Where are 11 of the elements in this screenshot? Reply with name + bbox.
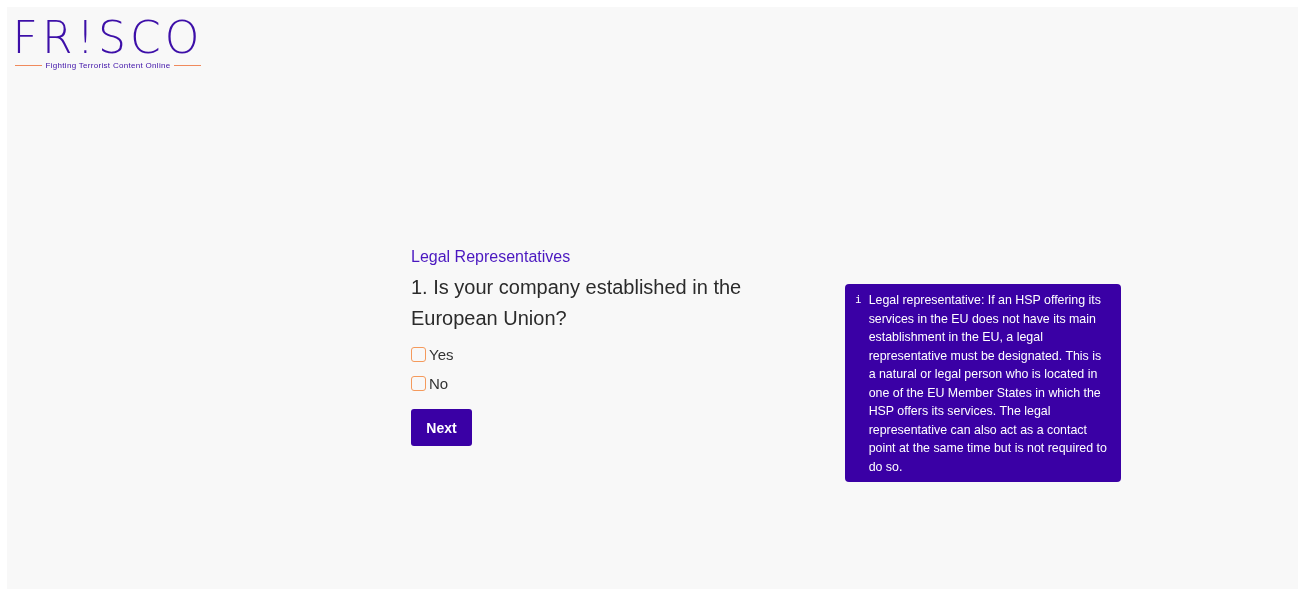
checkbox[interactable] [411, 347, 426, 362]
logo-tagline: Fighting Terrorist Content Online [45, 61, 171, 70]
info-icon: i [855, 291, 862, 476]
logo: FR!SCO [12, 15, 204, 61]
info-text: Legal representative: If an HSP offering its services in the EU does not have its main establishment in the EU, a legal representative must be designated. This is a natural or legal person who is located in one of the EU Member States in which the HSP offers its services. The legal representative can also act as a contact point at the same time but is not required to do so. [868, 292, 1108, 476]
question: 1. Is your company established in the European Union? [411, 275, 743, 331]
checkbox[interactable] [411, 376, 426, 391]
option-label: No [429, 375, 449, 392]
option-label: Yes [429, 346, 454, 363]
section-title: Legal Representatives [411, 248, 572, 266]
next-button[interactable]: Next [411, 409, 472, 446]
